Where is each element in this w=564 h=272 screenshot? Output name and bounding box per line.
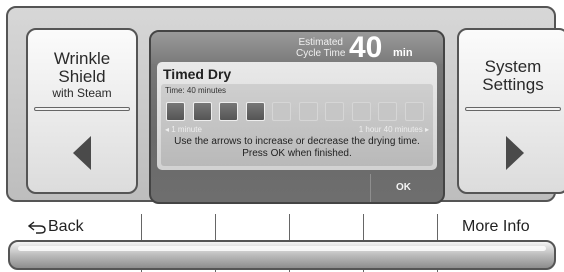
wrinkle-shield-line3: with Steam (52, 86, 112, 100)
soft-key-row: Back More Info (0, 214, 564, 272)
cycle-time-value: 40 (349, 31, 383, 64)
wrinkle-shield-line2: Shield (58, 67, 106, 86)
instruction-text-2: Press OK when finished. (242, 148, 352, 159)
time-block-filled (192, 102, 212, 121)
ok-button[interactable]: OK (396, 182, 411, 193)
time-block-empty (325, 102, 344, 121)
bar-highlight (18, 246, 546, 251)
instruction-text-1: Use the arrows to increase or decrease t… (174, 136, 420, 147)
button-divider (34, 107, 130, 111)
display-screen: Estimated Cycle Time 40 min Timed Dry Ti… (149, 30, 445, 204)
system-settings-line1: System (484, 57, 542, 76)
back-arrow-icon (28, 221, 46, 234)
wrinkle-shield-button[interactable]: Wrinkle Shield with Steam (26, 28, 138, 194)
time-block-filled (219, 102, 238, 121)
cycle-time-label: Cycle Time (296, 48, 346, 59)
ok-divider (370, 174, 371, 202)
time-block-empty (351, 102, 371, 121)
wrinkle-shield-label: Wrinkle Shield with Steam (28, 49, 136, 101)
left-arrow-icon[interactable] (73, 136, 91, 170)
estimated-label: Estimated (298, 37, 343, 48)
cycle-time-unit: min (393, 47, 413, 59)
system-settings-label: System Settings (459, 58, 564, 94)
time-block-empty (378, 102, 397, 121)
more-info-label: More Info (462, 218, 530, 235)
page-title: Timed Dry (163, 66, 232, 82)
button-divider (465, 107, 561, 111)
time-block-empty (404, 102, 424, 121)
estimated-cycle-time-label: Estimated Cycle Time (296, 37, 345, 59)
soft-key-bar[interactable] (8, 240, 556, 270)
range-max-label: 1 hour 40 minutes ▸ (358, 125, 429, 134)
wrinkle-shield-line1: Wrinkle (53, 49, 111, 68)
control-panel: Wrinkle Shield with Steam System Setting… (6, 6, 564, 204)
range-min-label: ◂ 1 minute (165, 125, 202, 134)
time-block-filled (245, 102, 265, 121)
time-label: Time: 40 minutes (165, 86, 227, 95)
time-block-empty (298, 102, 318, 121)
time-block-empty (272, 102, 291, 121)
time-selector: Time: 40 minutes ◂ 1 minute 1 hour 40 mi… (161, 84, 433, 166)
back-label: Back (48, 218, 84, 235)
system-settings-line2: Settings (482, 75, 544, 94)
time-block-filled (166, 102, 185, 121)
right-arrow-icon[interactable] (506, 136, 524, 170)
timed-dry-card: Timed Dry Time: 40 minutes ◂ 1 minute 1 … (157, 62, 437, 170)
system-settings-button[interactable]: System Settings (457, 28, 564, 194)
